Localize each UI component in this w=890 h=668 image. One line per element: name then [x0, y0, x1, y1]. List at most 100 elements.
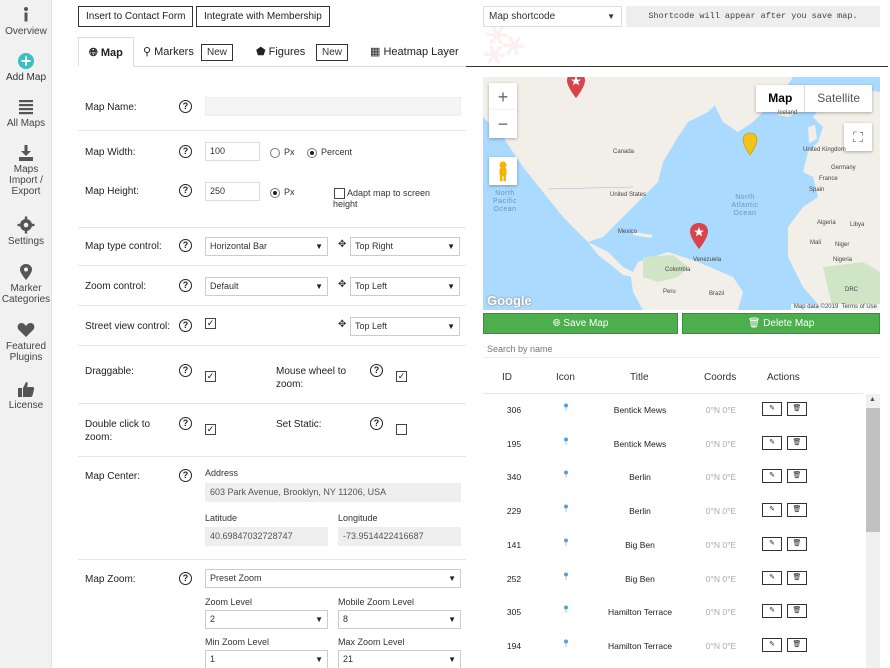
delete-marker-button[interactable]: 🗑︎	[787, 638, 807, 652]
zoom-control-select[interactable]: Default	[205, 277, 328, 296]
delete-marker-button[interactable]: 🗑︎	[787, 503, 807, 517]
street-view-pegman[interactable]	[489, 157, 517, 185]
table-row[interactable]: 141 Big Ben 0°N 0°E ✎ 🗑︎	[483, 535, 863, 559]
map-width-px-radio[interactable]	[270, 148, 280, 158]
help-icon[interactable]: ?	[179, 319, 192, 332]
delete-marker-button[interactable]: 🗑︎	[787, 604, 807, 618]
zoom-in-button[interactable]: +	[489, 83, 517, 111]
edit-marker-button[interactable]: ✎	[762, 638, 782, 652]
table-row[interactable]: 340 Berlin 0°N 0°E ✎ 🗑︎	[483, 467, 863, 491]
edit-marker-button[interactable]: ✎	[762, 537, 782, 551]
edit-marker-button[interactable]: ✎	[762, 469, 782, 483]
ocean-label-pacific: North Pacific Ocean	[492, 190, 518, 213]
help-icon[interactable]: ?	[179, 469, 192, 482]
set-static-checkbox[interactable]	[396, 424, 407, 435]
mobile-zoom-select[interactable]: 8	[338, 610, 461, 629]
help-icon[interactable]: ?	[370, 364, 383, 377]
table-row[interactable]: 194 Hamilton Terrace 0°N 0°E ✎ 🗑︎	[483, 636, 863, 660]
sidebar-item-all-maps[interactable]: All Maps	[0, 98, 52, 129]
latitude-input[interactable]: 40.69847032728747	[205, 527, 328, 546]
street-view-checkbox[interactable]: ✓	[205, 318, 216, 329]
sidebar-item-overview[interactable]: Overview	[0, 6, 52, 37]
min-zoom-select[interactable]: 1	[205, 650, 328, 668]
sidebar-item-marker-categories[interactable]: Marker Categories	[0, 263, 52, 305]
map-marker-red[interactable]	[565, 77, 587, 99]
double-click-checkbox[interactable]: ✓	[205, 424, 216, 435]
table-row[interactable]: 306 Bentick Mews 0°N 0°E ✎ 🗑︎	[483, 400, 863, 424]
sidebar-item-settings[interactable]: Settings	[0, 216, 52, 247]
zoom-control-position-select[interactable]: Top Left	[350, 277, 460, 296]
help-icon[interactable]: ?	[179, 184, 192, 197]
delete-map-button[interactable]: 🗑︎ Delete Map	[682, 313, 880, 334]
edit-marker-button[interactable]: ✎	[762, 604, 782, 618]
new-figure-button[interactable]: New	[316, 44, 349, 61]
tab-map[interactable]: 🌐︎ Map	[78, 37, 134, 67]
help-icon[interactable]: ?	[179, 279, 192, 292]
map-zoom-select[interactable]: Preset Zoom	[205, 569, 461, 588]
delete-marker-button[interactable]: 🗑︎	[787, 537, 807, 551]
map-type-satellite-button[interactable]: Satellite	[804, 85, 872, 112]
table-header-actions[interactable]: Actions	[767, 372, 800, 383]
table-header-id[interactable]: ID	[502, 372, 512, 383]
insert-contact-form-button[interactable]: Insert to Contact Form	[78, 6, 194, 27]
map-name-input[interactable]	[205, 97, 461, 116]
address-input[interactable]: 603 Park Avenue, Brooklyn, NY 11206, USA	[205, 483, 461, 502]
table-header-title[interactable]: Title	[630, 372, 649, 383]
map-type-control-select[interactable]: Horizontal Bar	[205, 237, 328, 256]
map-type-map-button[interactable]: Map	[756, 85, 804, 112]
draggable-checkbox[interactable]: ✓	[205, 371, 216, 382]
edit-marker-button[interactable]: ✎	[762, 436, 782, 450]
map-type-control-position-select[interactable]: Top Right	[350, 237, 460, 256]
map-marker-yellow[interactable]	[741, 132, 759, 156]
tab-markers[interactable]: ⚲ Markers	[143, 37, 194, 67]
help-icon[interactable]: ?	[179, 145, 192, 158]
tab-heatmap[interactable]: ▦ Heatmap Layer	[370, 37, 459, 67]
table-row[interactable]: 305 Hamilton Terrace 0°N 0°E ✎ 🗑︎	[483, 602, 863, 626]
sidebar-item-import-export[interactable]: Maps Import / Export	[0, 144, 52, 197]
map-height-input[interactable]: 250	[205, 182, 260, 201]
map-preview[interactable]: + − Map Satellite ⛶ North Pacific Ocean N…	[483, 77, 880, 310]
table-header-coords[interactable]: Coords	[704, 372, 736, 383]
table-header-icon[interactable]: Icon	[556, 372, 575, 383]
tab-figures[interactable]: ⬟ Figures	[256, 37, 305, 67]
table-row[interactable]: 195 Bentick Mews 0°N 0°E ✎ 🗑︎	[483, 434, 863, 458]
mouse-wheel-checkbox[interactable]: ✓	[396, 371, 407, 382]
search-by-name-input[interactable]: Search by name	[483, 340, 880, 358]
map-width-input[interactable]: 100	[205, 142, 260, 161]
edit-marker-button[interactable]: ✎	[762, 503, 782, 517]
map-width-percent-radio[interactable]	[307, 148, 317, 158]
integrate-membership-button[interactable]: Integrate with Membership	[196, 6, 330, 27]
edit-marker-button[interactable]: ✎	[762, 571, 782, 585]
help-icon[interactable]: ?	[179, 239, 192, 252]
shortcode-select[interactable]: Map shortcode	[483, 6, 622, 27]
edit-marker-button[interactable]: ✎	[762, 402, 782, 416]
sidebar-item-add-map[interactable]: Add Map	[0, 52, 52, 83]
map-marker-red[interactable]	[688, 222, 710, 250]
help-icon[interactable]: ?	[179, 572, 192, 585]
street-view-position-select[interactable]: Top Left	[350, 317, 460, 336]
longitude-input[interactable]: -73.9514422416687	[338, 527, 461, 546]
sidebar-item-featured-plugins[interactable]: Featured Plugins	[0, 321, 52, 363]
delete-marker-button[interactable]: 🗑︎	[787, 402, 807, 416]
help-icon[interactable]: ?	[179, 417, 192, 430]
help-icon[interactable]: ?	[370, 417, 383, 430]
zoom-out-button[interactable]: −	[489, 110, 517, 138]
help-icon[interactable]: ?	[179, 364, 192, 377]
sidebar-item-license[interactable]: License	[0, 380, 52, 411]
new-marker-button[interactable]: New	[201, 44, 234, 61]
delete-marker-button[interactable]: 🗑︎	[787, 436, 807, 450]
country-label: Algeria	[817, 220, 836, 226]
map-height-px-radio[interactable]	[270, 188, 280, 198]
terms-link[interactable]: Terms of Use	[842, 304, 877, 310]
scroll-up-arrow[interactable]: ▲	[869, 396, 876, 403]
save-map-button[interactable]: 🌐︎ Save Map	[483, 313, 678, 334]
help-icon[interactable]: ?	[179, 100, 192, 113]
scrollbar-thumb[interactable]	[866, 408, 880, 532]
delete-marker-button[interactable]: 🗑︎	[787, 469, 807, 483]
zoom-level-select[interactable]: 2	[205, 610, 328, 629]
table-row[interactable]: 252 Big Ben 0°N 0°E ✎ 🗑︎	[483, 569, 863, 593]
max-zoom-select[interactable]: 21	[338, 650, 461, 668]
table-row[interactable]: 229 Berlin 0°N 0°E ✎ 🗑︎	[483, 501, 863, 525]
fullscreen-button[interactable]: ⛶	[844, 123, 872, 151]
delete-marker-button[interactable]: 🗑︎	[787, 571, 807, 585]
